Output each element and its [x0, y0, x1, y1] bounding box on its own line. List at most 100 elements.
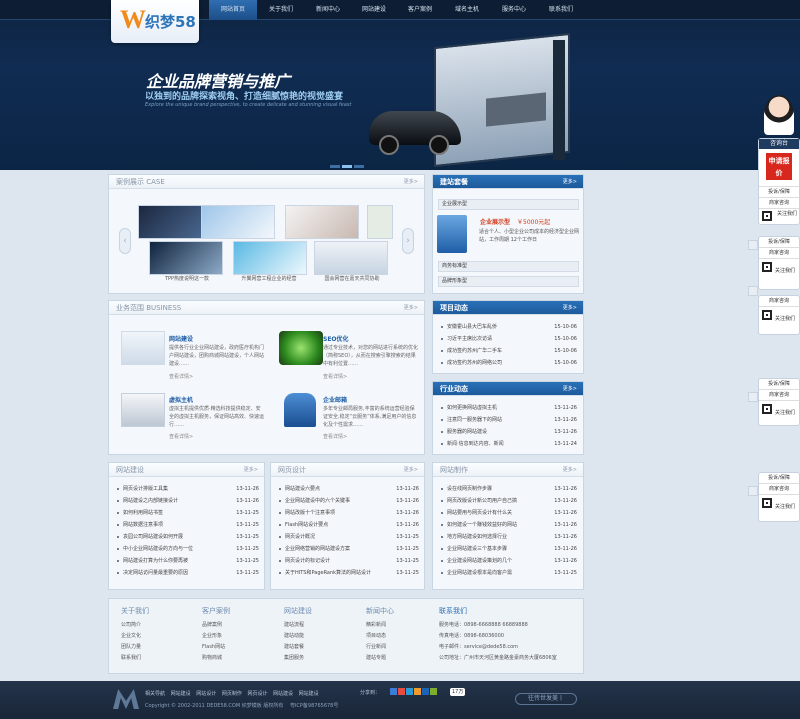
case-more-link[interactable]: 更多> [404, 175, 418, 189]
footer-link[interactable]: 建站流程 [284, 620, 312, 631]
nav-cases[interactable]: 客户案例 [396, 0, 444, 20]
prev-arrow-icon[interactable]: ‹ [119, 228, 131, 254]
package-item[interactable]: 企业展示型 [438, 199, 579, 210]
footer-link[interactable]: 企业形象 [202, 631, 230, 642]
icp-text[interactable]: 粤ICP备98765678号 [290, 703, 338, 709]
nav-news[interactable]: 新闻中心 [304, 0, 352, 20]
bottom-link[interactable]: 相关导航 [145, 691, 165, 697]
footer-link[interactable]: 行业新闻 [366, 642, 394, 653]
list-item[interactable]: 习近平主席比次访请 15-10-06 [439, 333, 577, 345]
package-more-link[interactable]: 更多> [563, 175, 577, 189]
service-name[interactable]: 网站建设 [169, 334, 193, 343]
web-make-more-link[interactable]: 更多> [563, 463, 577, 477]
merchant-consult-link[interactable]: 商家咨询 [759, 390, 799, 401]
footer-link[interactable]: 公司简介 [121, 620, 149, 631]
list-item[interactable]: 企业网站建设根本是向客户需 13-11-25 [439, 567, 577, 579]
list-item[interactable]: 网页设计概况 13-11-25 [277, 531, 419, 543]
follow-us[interactable]: 关注我们 [759, 208, 799, 225]
site-logo[interactable]: W 织梦58 [111, 0, 199, 43]
footer-link[interactable]: 联系我们 [121, 653, 149, 664]
footer-link[interactable]: 建站套餐 [284, 642, 312, 653]
list-item[interactable]: 网页设计排版工具集 13-11-26 [115, 483, 259, 495]
list-item[interactable]: 如何利用网站书签 13-11-25 [115, 507, 259, 519]
merchant-consult-link[interactable]: 商家咨询 [759, 248, 799, 259]
bottom-link[interactable]: 网站建设 [273, 691, 293, 697]
pager-dot[interactable] [330, 165, 340, 168]
list-item[interactable]: 服务器的网站建设 13-11-26 [439, 426, 577, 438]
service-link[interactable]: 查看详情> [323, 433, 419, 441]
service-name[interactable]: 企业邮箱 [323, 395, 347, 404]
list-item[interactable]: Flash网站设计要点 13-11-26 [277, 519, 419, 531]
footer-link[interactable]: 集团服务 [284, 653, 312, 664]
share-tqq-icon[interactable] [406, 688, 413, 695]
merchant-consult-link[interactable]: 商家咨询 [759, 296, 799, 307]
service-name[interactable]: 虚拟主机 [169, 395, 193, 404]
industry-more-link[interactable]: 更多> [563, 382, 577, 396]
list-item[interactable]: 关于HITS和PageRank算法的网站设计 13-11-25 [277, 567, 419, 579]
bottom-link[interactable]: 网站建设 [171, 691, 191, 697]
case-thumb[interactable] [285, 205, 359, 239]
bottom-link[interactable]: 网站建设 [299, 691, 319, 697]
list-item[interactable]: 成功签约苏州广华二手车 15-10-06 [439, 345, 577, 357]
list-item[interactable]: 袁园公司网站建设如何开展 13-11-25 [115, 531, 259, 543]
list-item[interactable]: 安徽霍山县大巴车乱侨 15-10-06 [439, 321, 577, 333]
case-caption[interactable]: TPP热度说明这一款 [142, 275, 232, 282]
follow-us[interactable]: 关注我们 [759, 259, 799, 277]
case-thumb[interactable] [233, 241, 307, 275]
list-item[interactable]: 注意同一服务器下的网站 13-11-26 [439, 414, 577, 426]
list-item[interactable]: 如何更换网站虚拟主机 13-11-26 [439, 402, 577, 414]
bottom-link[interactable]: 网页制作 [222, 691, 242, 697]
share-more-icon[interactable] [430, 688, 437, 695]
pager-dot[interactable] [342, 165, 352, 168]
complaint-link[interactable]: 投诉/保障 [759, 473, 799, 484]
footer-link[interactable]: 项目动态 [366, 631, 394, 642]
case-thumb[interactable] [201, 205, 275, 239]
list-item[interactable]: 企业建设网站建设策划的几个 13-11-26 [439, 555, 577, 567]
project-more-link[interactable]: 更多> [563, 301, 577, 315]
footer-link[interactable]: 购物商城 [202, 653, 230, 664]
web-design-more-link[interactable]: 更多> [404, 463, 418, 477]
featured-package-name[interactable]: 企业展示型 [480, 217, 510, 226]
case-thumb[interactable] [149, 241, 223, 275]
footer-link[interactable]: 品牌案例 [202, 620, 230, 631]
bottom-link[interactable]: 网页设计 [247, 691, 267, 697]
footer-col-title[interactable]: 关于我们 [121, 606, 149, 617]
quote-button[interactable]: 申请报价 [766, 153, 792, 180]
footer-link[interactable]: 企业文化 [121, 631, 149, 642]
footer-col-title[interactable]: 客户案例 [202, 606, 230, 617]
sidebar-toggle-icon[interactable] [748, 240, 758, 250]
share-qzone-icon[interactable] [390, 688, 397, 695]
next-arrow-icon[interactable]: › [402, 228, 414, 254]
list-item[interactable]: 地方网站建设如何选择行业 13-11-26 [439, 531, 577, 543]
footer-col-title[interactable]: 网站建设 [284, 606, 312, 617]
list-item[interactable]: 网站要用与网页设计有什么关 13-11-26 [439, 507, 577, 519]
nav-hosting[interactable]: 域名主机 [443, 0, 491, 20]
sidebar-toggle-icon[interactable] [748, 286, 758, 296]
list-item[interactable]: 成功签约苏州的网络公司 15-10-06 [439, 357, 577, 369]
bottom-link[interactable]: 网站设计 [196, 691, 216, 697]
nav-build[interactable]: 网站建设 [350, 0, 398, 20]
package-item[interactable]: 品牌形象型 [438, 276, 579, 287]
follow-us[interactable]: 关注我们 [759, 495, 799, 513]
follow-us[interactable]: 关注我们 [759, 307, 799, 325]
list-item[interactable]: 网页设计的标记设计 13-11-25 [277, 555, 419, 567]
list-item[interactable]: 网站建设六要点 13-11-26 [277, 483, 419, 495]
service-name[interactable]: SEO优化 [323, 334, 349, 343]
package-item[interactable]: 商务标准型 [438, 261, 579, 272]
footer-link[interactable]: 精彩新闻 [366, 620, 394, 631]
share-renren-icon[interactable] [414, 688, 421, 695]
service-link[interactable]: 查看详情> [169, 433, 265, 441]
list-item[interactable]: 中小企业网站建设的方向与一位 13-11-25 [115, 543, 259, 555]
case-caption[interactable]: 升翼网营工程企业的经营 [224, 275, 314, 282]
list-item[interactable]: 网站建设打算为什么你要再被 13-11-25 [115, 555, 259, 567]
service-link[interactable]: 查看详情> [169, 373, 265, 381]
list-item[interactable]: 网站数据注意事项 13-11-25 [115, 519, 259, 531]
list-item[interactable]: 网站建设之内部链接设计 13-11-26 [115, 495, 259, 507]
list-item[interactable]: 新闻·信息到达内容、新闻 13-11-24 [439, 438, 577, 450]
merchant-consult-link[interactable]: 商家咨询 [759, 484, 799, 495]
list-item[interactable]: 企业网站建设中的六个关键事 13-11-26 [277, 495, 419, 507]
follow-us[interactable]: 关注我们 [759, 401, 799, 419]
list-item[interactable]: 决定网站访问量最重要的原因 13-11-25 [115, 567, 259, 579]
complaint-link[interactable]: 投诉/保障 [759, 379, 799, 390]
list-item[interactable]: 企业网络营销的网站建设方案 13-11-25 [277, 543, 419, 555]
